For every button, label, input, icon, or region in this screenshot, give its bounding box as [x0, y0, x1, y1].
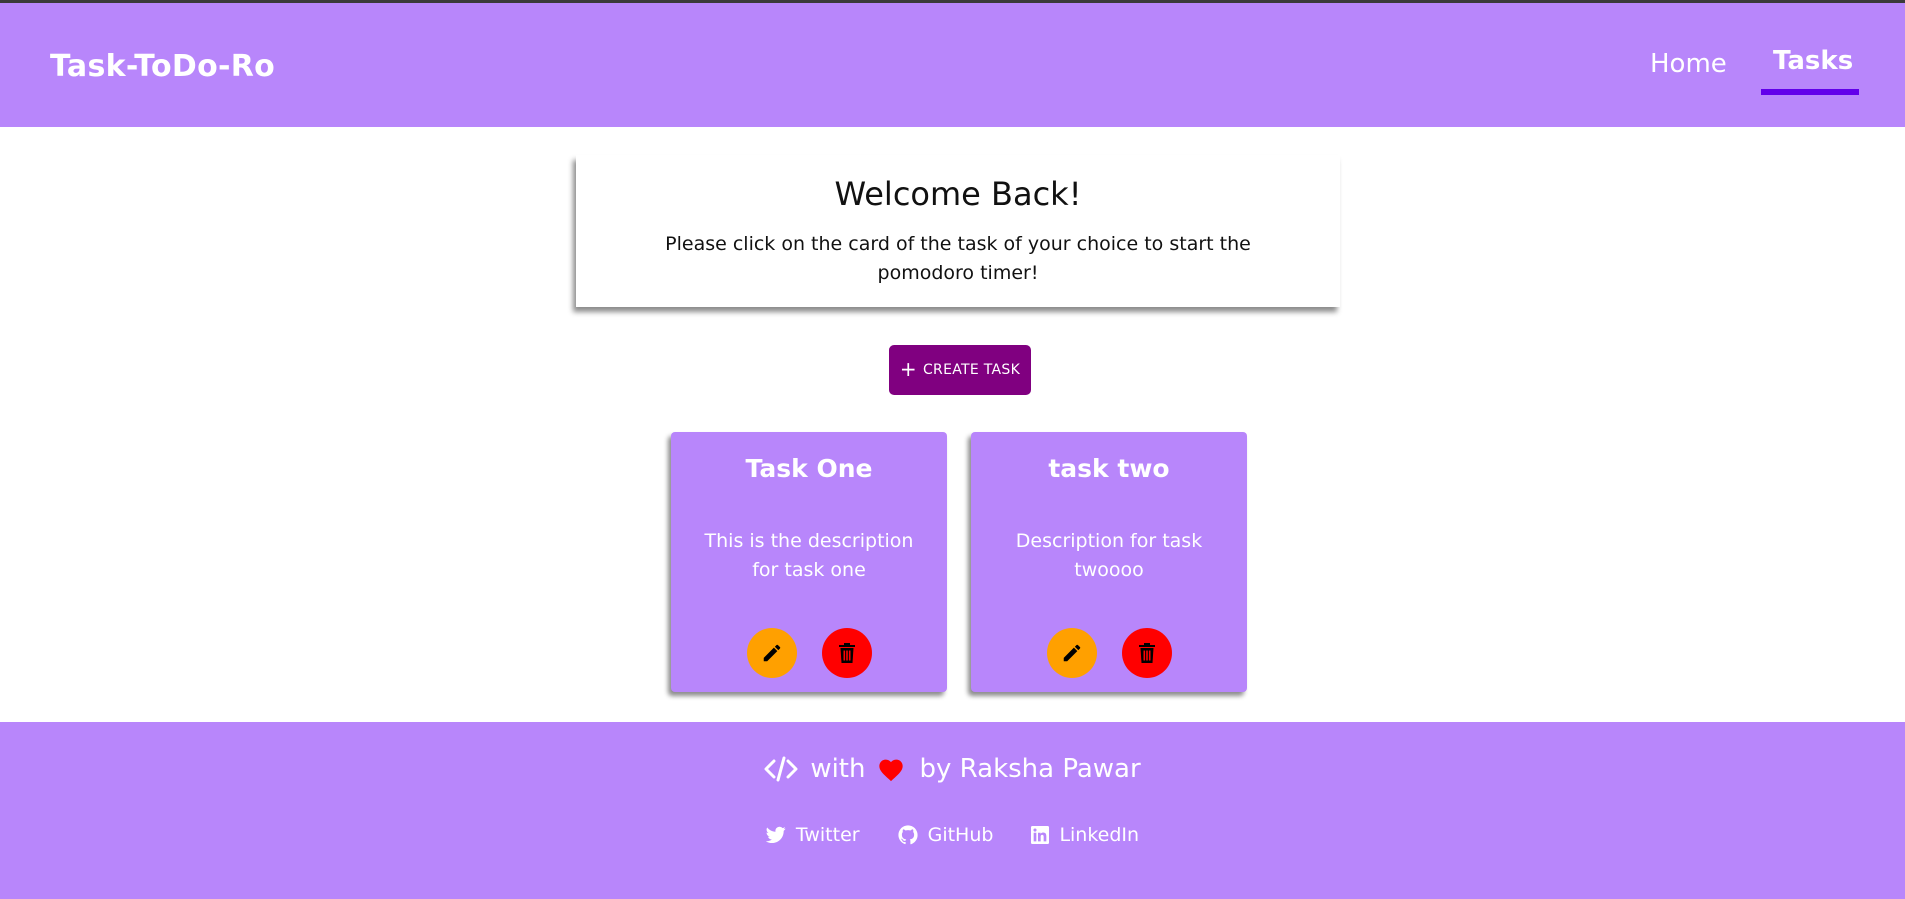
- task-description: This is the description for task one: [704, 530, 914, 581]
- made-with-love-line: with by Raksha Pawar: [0, 754, 1905, 784]
- task-card[interactable]: task two Description for task twoooo: [971, 432, 1247, 692]
- linkedin-icon: [1031, 826, 1050, 844]
- delete-task-button[interactable]: [822, 628, 872, 678]
- edit-task-button[interactable]: [1047, 628, 1097, 678]
- brand-logo[interactable]: Task-ToDo-Ro: [50, 49, 275, 84]
- welcome-subtitle: Please click on the card of the task of …: [665, 233, 1251, 284]
- create-task-label: CREATE TASK: [922, 362, 1021, 378]
- create-task-button[interactable]: + CREATE TASK: [889, 345, 1031, 395]
- author-text: by Raksha Pawar: [919, 754, 1141, 784]
- social-links: Twitter GitHub LinkedIn: [0, 824, 1905, 846]
- active-tab-indicator: [1761, 89, 1859, 95]
- trash-icon: [1139, 643, 1155, 663]
- task-title: task two: [1048, 454, 1170, 483]
- heart-icon: [879, 759, 904, 782]
- github-link[interactable]: GitHub: [898, 824, 994, 846]
- edit-task-button[interactable]: [747, 628, 797, 678]
- task-description: Description for task twoooo: [1015, 530, 1203, 581]
- welcome-title: Welcome Back!: [834, 175, 1082, 213]
- welcome-card: Welcome Back! Please click on the card o…: [576, 155, 1340, 307]
- with-text: with: [810, 754, 866, 784]
- delete-task-button[interactable]: [1122, 628, 1172, 678]
- nav-tasks-link[interactable]: Tasks: [1773, 46, 1853, 76]
- pencil-icon: [763, 644, 781, 662]
- twitter-link[interactable]: Twitter: [765, 824, 860, 846]
- github-icon: [898, 825, 918, 845]
- linkedin-label: LinkedIn: [1059, 824, 1140, 846]
- twitter-label: Twitter: [795, 824, 860, 846]
- task-card[interactable]: Task One This is the description for tas…: [671, 432, 947, 692]
- footer: with by Raksha Pawar Twitter GitHub Link…: [0, 722, 1905, 899]
- github-label: GitHub: [927, 824, 994, 846]
- task-title: Task One: [745, 454, 873, 483]
- trash-icon: [839, 643, 855, 663]
- code-icon: [764, 756, 798, 782]
- twitter-icon: [765, 826, 786, 843]
- nav-home-link[interactable]: Home: [1650, 49, 1727, 79]
- linkedin-link[interactable]: LinkedIn: [1031, 824, 1139, 846]
- navbar: Task-ToDo-Ro Home Tasks: [0, 3, 1905, 127]
- plus-icon: +: [899, 357, 917, 381]
- pencil-icon: [1063, 644, 1081, 662]
